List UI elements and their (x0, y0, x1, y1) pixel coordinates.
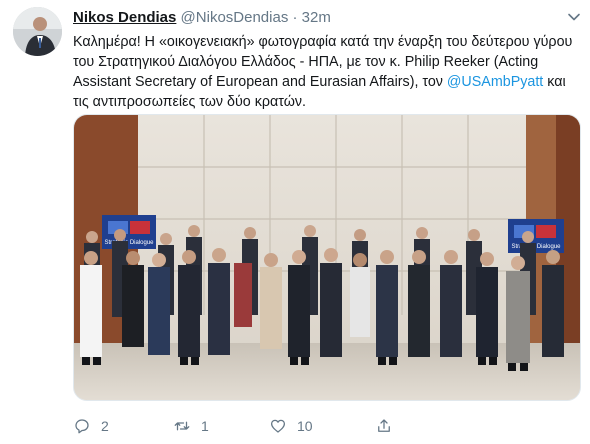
separator-dot: · (292, 9, 298, 26)
like-count: 10 (297, 418, 313, 434)
tweet-photo[interactable]: Strategic Dialogue Strategic Dialogue (73, 114, 581, 401)
group-photo-illustration: Strategic Dialogue Strategic Dialogue (74, 115, 580, 400)
retweet-arrows-icon (174, 421, 190, 431)
reply-button[interactable]: 2 (73, 416, 109, 436)
tweet-timestamp[interactable]: 32m (302, 9, 331, 26)
tweet-text: Καλημέρα! Η «οικογενειακή» φωτογραφία κα… (73, 32, 583, 112)
heart-outline-icon (270, 419, 286, 433)
author-handle[interactable]: @NikosDendias (181, 9, 289, 26)
tweet-actions: 2 1 10 (73, 416, 473, 436)
reply-count: 2 (101, 418, 109, 434)
avatar-photo (13, 7, 62, 56)
mention-link[interactable]: @USAmbPyatt (447, 74, 543, 90)
retweet-button[interactable]: 1 (173, 416, 209, 436)
like-button[interactable]: 10 (269, 416, 313, 436)
avatar[interactable] (13, 7, 62, 56)
chevron-down-icon[interactable] (567, 10, 581, 24)
retweet-count: 1 (201, 418, 209, 434)
tweet-header: Nikos Dendias @NikosDendias · 32m (73, 8, 331, 28)
tweet[interactable]: Nikos Dendias @NikosDendias · 32m Καλημέ… (0, 0, 590, 444)
svg-text:Strategic Dialogue: Strategic Dialogue (511, 244, 561, 250)
speech-bubble-icon (75, 419, 89, 434)
share-upload-icon (378, 419, 390, 432)
share-button[interactable] (375, 416, 403, 436)
author-name[interactable]: Nikos Dendias (73, 9, 176, 26)
svg-text:Strategic Dialogue: Strategic Dialogue (104, 240, 154, 246)
left-banner: Strategic Dialogue (102, 215, 156, 249)
